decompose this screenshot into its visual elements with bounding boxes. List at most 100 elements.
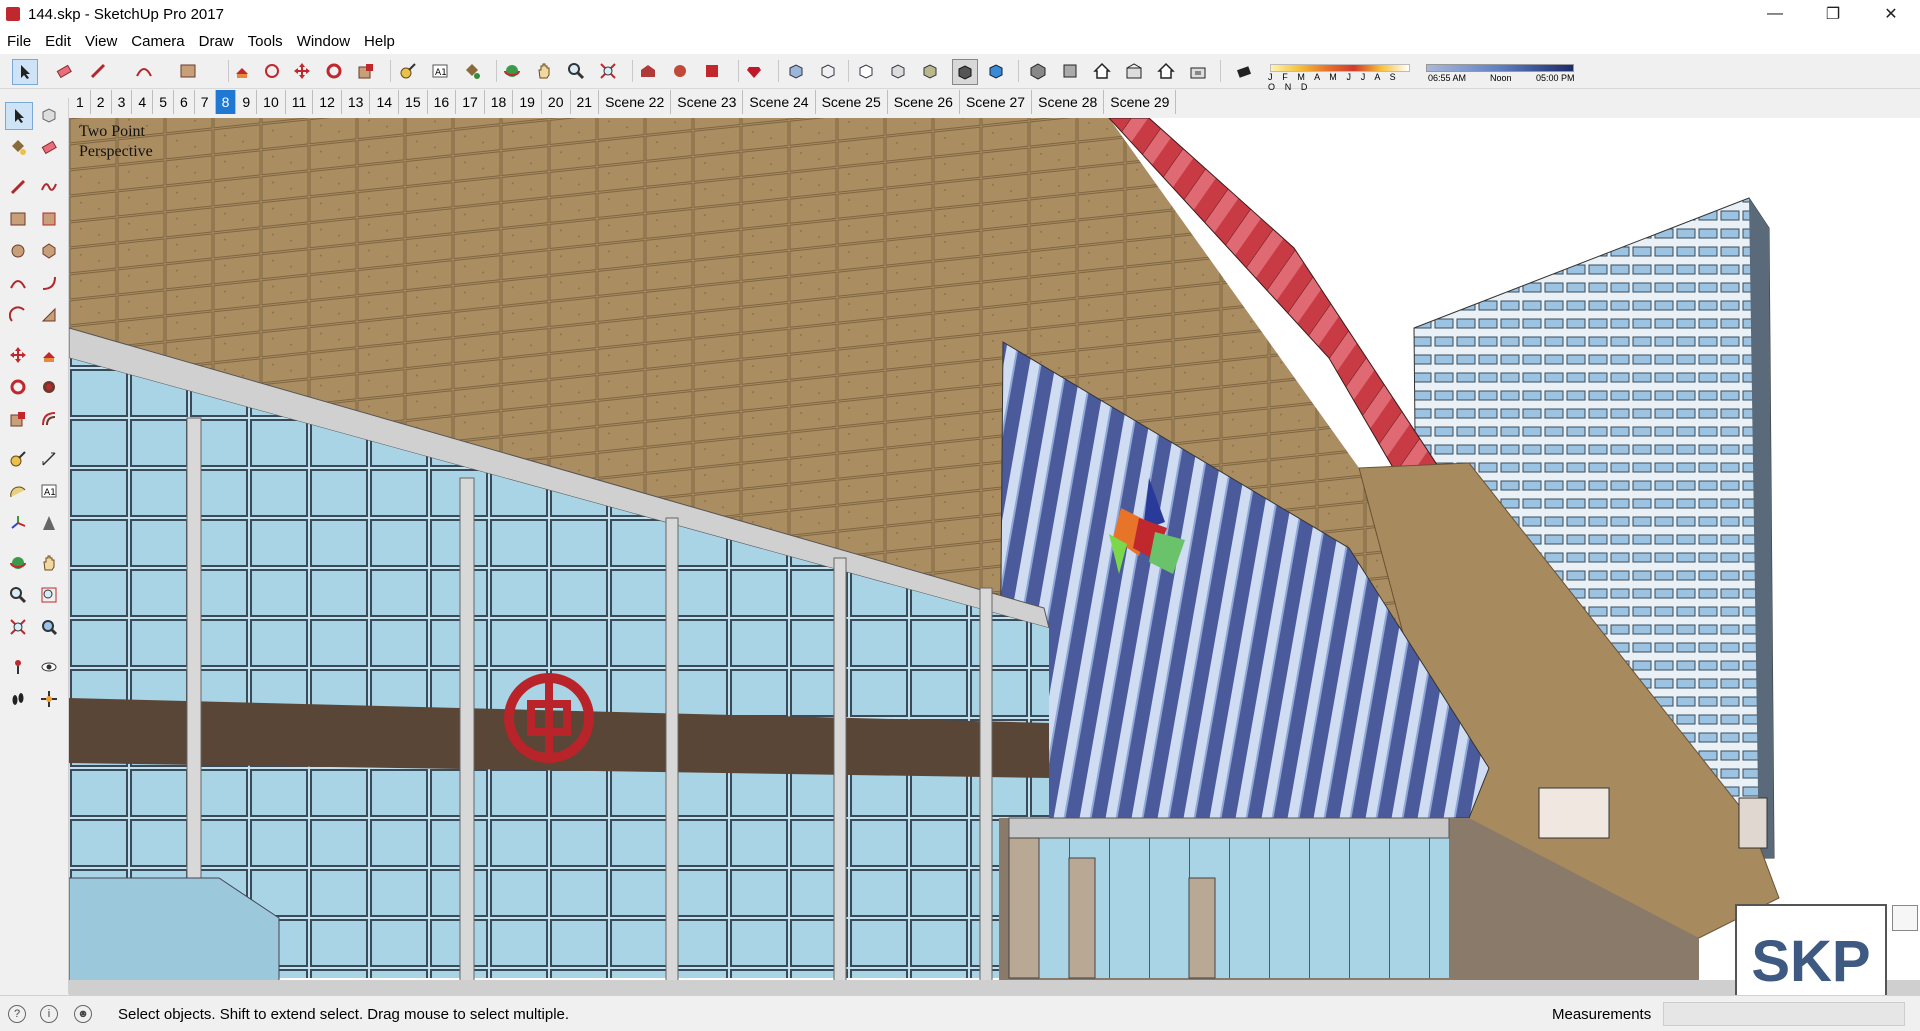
geolocation-icon[interactable]: ? bbox=[8, 1005, 26, 1023]
scale-icon[interactable] bbox=[5, 406, 31, 432]
push-pull-icon[interactable] bbox=[36, 342, 62, 368]
ruby-console-icon[interactable] bbox=[742, 59, 766, 83]
menu-edit[interactable]: Edit bbox=[38, 33, 78, 50]
scene-tab[interactable]: 11 bbox=[286, 90, 314, 114]
move-icon[interactable] bbox=[5, 342, 31, 368]
menu-window[interactable]: Window bbox=[290, 33, 357, 50]
iso-view-icon[interactable] bbox=[1026, 59, 1050, 83]
warehouse-icon[interactable] bbox=[636, 59, 660, 83]
wireframe-style-icon[interactable] bbox=[816, 59, 840, 83]
rectangle-tool-icon[interactable] bbox=[176, 59, 200, 83]
scene-tab[interactable]: 10 bbox=[257, 90, 286, 114]
scene-tab[interactable]: 9 bbox=[236, 90, 258, 114]
scene-tab[interactable]: 15 bbox=[399, 90, 428, 114]
scene-tab[interactable]: 6 bbox=[174, 90, 195, 114]
restore-button[interactable]: ❐ bbox=[1804, 0, 1862, 28]
position-camera-icon[interactable] bbox=[5, 654, 31, 680]
menu-file[interactable]: File bbox=[0, 33, 38, 50]
line-tool-icon[interactable] bbox=[86, 59, 110, 83]
extension-warehouse-icon[interactable] bbox=[700, 59, 724, 83]
scene-tab[interactable]: 8 bbox=[215, 90, 237, 114]
dimension-icon[interactable] bbox=[36, 446, 62, 472]
scale-tool-icon[interactable] bbox=[354, 59, 378, 83]
shadow-month-slider[interactable]: J F M A M J J A S O N D bbox=[1268, 60, 1410, 92]
xray-style-icon[interactable] bbox=[784, 59, 808, 83]
left-view-icon[interactable] bbox=[1186, 59, 1210, 83]
text-icon[interactable]: A1 bbox=[36, 478, 62, 504]
pan-tool-icon[interactable] bbox=[532, 59, 556, 83]
eraser-tool-icon[interactable] bbox=[52, 59, 76, 83]
3d-text-icon[interactable] bbox=[36, 510, 62, 536]
orbit-icon[interactable] bbox=[5, 550, 31, 576]
axes-icon[interactable] bbox=[5, 510, 31, 536]
account-icon[interactable]: ☻ bbox=[74, 1005, 92, 1023]
rotated-rectangle-icon[interactable] bbox=[36, 206, 62, 232]
circle-icon[interactable] bbox=[5, 238, 31, 264]
scene-tab[interactable]: 19 bbox=[513, 90, 542, 114]
shadows-toggle-icon[interactable] bbox=[1232, 59, 1256, 83]
zoom-extents-icon[interactable] bbox=[5, 614, 31, 640]
menu-camera[interactable]: Camera bbox=[124, 33, 191, 50]
scene-tab[interactable]: 13 bbox=[342, 90, 371, 114]
line-icon[interactable] bbox=[5, 174, 31, 200]
scene-tab[interactable]: 5 bbox=[153, 90, 174, 114]
close-button[interactable]: ✕ bbox=[1862, 0, 1920, 28]
section-plane-icon[interactable] bbox=[36, 686, 62, 712]
zoom-icon[interactable] bbox=[5, 582, 31, 608]
rectangle-icon[interactable] bbox=[5, 206, 31, 232]
scene-tab[interactable]: Scene 26 bbox=[888, 90, 960, 114]
color-style-icon[interactable] bbox=[984, 59, 1008, 83]
scene-tab[interactable]: 1 bbox=[70, 90, 91, 114]
credits-icon[interactable]: i bbox=[40, 1005, 58, 1023]
polygon-icon[interactable] bbox=[36, 238, 62, 264]
paint-bucket-tool-icon[interactable] bbox=[460, 59, 484, 83]
scene-tab[interactable]: Scene 28 bbox=[1032, 90, 1105, 114]
scene-tab[interactable]: Scene 22 bbox=[599, 90, 672, 114]
push-pull-tool-icon[interactable] bbox=[230, 59, 254, 83]
follow-me-tool-icon[interactable] bbox=[260, 59, 284, 83]
scene-tab[interactable]: 14 bbox=[370, 90, 400, 114]
tape-measure-tool-icon[interactable] bbox=[396, 59, 420, 83]
scene-tab[interactable]: Scene 27 bbox=[960, 90, 1033, 114]
scene-tab[interactable]: 16 bbox=[428, 90, 457, 114]
text-tool-icon[interactable]: A1 bbox=[428, 59, 452, 83]
move-tool-icon[interactable] bbox=[290, 59, 314, 83]
pan-icon[interactable] bbox=[36, 550, 62, 576]
zoom-tool-icon[interactable] bbox=[564, 59, 588, 83]
freehand-icon[interactable] bbox=[36, 174, 62, 200]
select-tool-icon[interactable] bbox=[5, 102, 33, 130]
select-tool-icon[interactable] bbox=[12, 59, 38, 85]
hidden-line-style-icon[interactable] bbox=[854, 59, 878, 83]
monochrome-style-icon[interactable] bbox=[952, 59, 978, 85]
minimize-button[interactable]: — bbox=[1746, 0, 1804, 28]
menu-draw[interactable]: Draw bbox=[192, 33, 241, 50]
menu-tools[interactable]: Tools bbox=[241, 33, 290, 50]
scene-tab[interactable]: Scene 29 bbox=[1104, 90, 1177, 114]
tape-measure-icon[interactable] bbox=[5, 446, 31, 472]
orbit-tool-icon[interactable] bbox=[500, 59, 524, 83]
scene-tab[interactable]: 7 bbox=[195, 90, 216, 114]
pie-icon[interactable] bbox=[36, 302, 62, 328]
scene-tab[interactable]: 2 bbox=[91, 90, 112, 114]
shadow-time-slider[interactable]: 06:55 AM Noon 05:00 PM bbox=[1424, 60, 1576, 86]
front-view-icon[interactable] bbox=[1090, 59, 1114, 83]
right-view-icon[interactable] bbox=[1122, 59, 1146, 83]
offset-icon[interactable] bbox=[36, 406, 62, 432]
top-view-icon[interactable] bbox=[1058, 59, 1082, 83]
arc-tool-icon[interactable] bbox=[132, 59, 156, 83]
scene-tab[interactable]: 4 bbox=[132, 90, 154, 114]
walk-icon[interactable] bbox=[5, 686, 31, 712]
menu-view[interactable]: View bbox=[78, 33, 124, 50]
scene-tab[interactable]: 20 bbox=[542, 90, 571, 114]
scene-tab[interactable]: 12 bbox=[313, 90, 342, 114]
zoom-window-icon[interactable] bbox=[36, 582, 62, 608]
share-model-icon[interactable] bbox=[668, 59, 692, 83]
scene-tab[interactable]: 18 bbox=[485, 90, 514, 114]
two-point-arc-icon[interactable] bbox=[36, 270, 62, 296]
menu-help[interactable]: Help bbox=[357, 33, 402, 50]
rotate-tool-icon[interactable] bbox=[322, 59, 346, 83]
shaded-style-icon[interactable] bbox=[886, 59, 910, 83]
make-component-icon[interactable] bbox=[36, 102, 62, 128]
arc-icon[interactable] bbox=[5, 270, 31, 296]
shaded-textures-style-icon[interactable] bbox=[918, 59, 942, 83]
